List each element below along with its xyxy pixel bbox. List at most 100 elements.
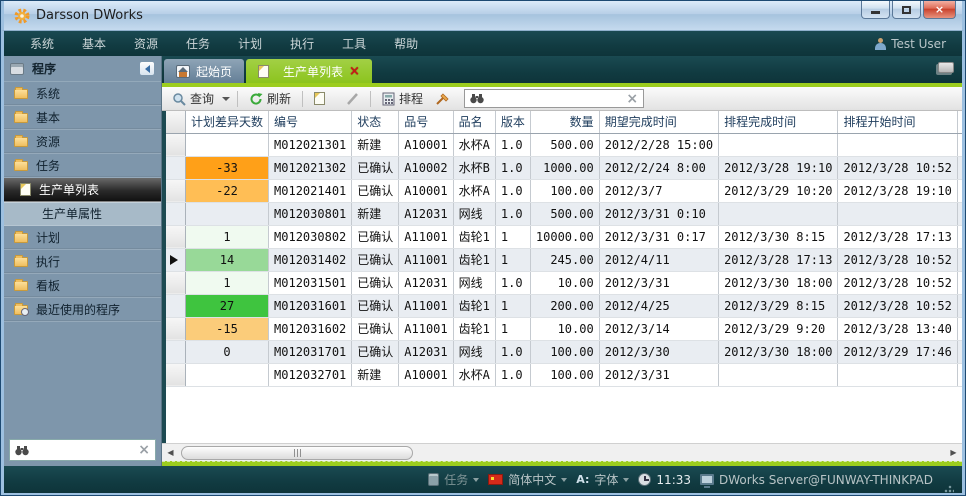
tab-close-icon[interactable]: ×: [349, 64, 360, 79]
row-selector[interactable]: [166, 271, 186, 294]
table-row[interactable]: M012021301新建A10001水杯A1.0500.002012/2/28 …: [166, 133, 962, 156]
scrollbar-thumb[interactable]: [181, 446, 413, 460]
row-selector[interactable]: [166, 225, 186, 248]
column-header[interactable]: 前: [957, 111, 962, 133]
sidebar-item-kanban[interactable]: 看板: [4, 274, 161, 298]
sidebar-item-execute[interactable]: 执行: [4, 250, 161, 274]
menu-item-system[interactable]: 系统: [16, 32, 68, 55]
cell-qty: 10000.00: [530, 225, 599, 248]
toolbar-search-clear-icon[interactable]: ×: [626, 92, 638, 106]
cell-status: 已确认: [352, 340, 399, 363]
sidebar-collapse-button[interactable]: [139, 61, 155, 76]
horizontal-scrollbar[interactable]: ◀ ▶: [162, 443, 962, 461]
sidebar-item-production-order-list[interactable]: 生产单列表: [4, 178, 161, 202]
table-row[interactable]: 1M012031501已确认A12031网线1.010.002012/3/312…: [166, 271, 962, 294]
menu-item-basic[interactable]: 基本: [68, 32, 120, 55]
sidebar-search-clear-icon[interactable]: ×: [138, 443, 150, 457]
status-font-menu[interactable]: A: 字体: [576, 471, 629, 488]
sidebar-item-system[interactable]: 系统: [4, 82, 161, 106]
query-dropdown-icon[interactable]: [222, 97, 230, 105]
cell-qty: 100.00: [530, 340, 599, 363]
cell-version: 1.0: [495, 202, 530, 225]
row-selector[interactable]: [166, 317, 186, 340]
table-row[interactable]: 0M012031701已确认A12031网线1.0100.002012/3/30…: [166, 340, 962, 363]
column-header[interactable]: 状态: [352, 111, 399, 133]
edit-button[interactable]: [341, 90, 363, 108]
column-header[interactable]: 品号: [399, 111, 453, 133]
sidebar-item-recent-programs[interactable]: 最近使用的程序: [4, 298, 161, 322]
sidebar-item-basic[interactable]: 基本: [4, 106, 161, 130]
table-row[interactable]: M012032701新建A10001水杯A1.0100.002012/3/31: [166, 363, 962, 386]
column-header[interactable]: 期望完成时间: [599, 111, 718, 133]
menu-item-resource[interactable]: 资源: [120, 32, 172, 55]
table-row[interactable]: -33M012021302已确认A10002水杯B1.01000.002012/…: [166, 156, 962, 179]
scroll-right-icon[interactable]: ▶: [945, 445, 962, 461]
user-icon: [875, 38, 886, 50]
status-bar: 任务 简体中文 A: 字体 11:33 DWorks Server@FUNWAY…: [1, 466, 965, 493]
menu-item-help[interactable]: 帮助: [380, 32, 432, 55]
status-language-menu[interactable]: 简体中文: [488, 471, 567, 488]
menu-item-task[interactable]: 任务: [172, 32, 224, 55]
refresh-button[interactable]: 刷新: [245, 88, 295, 109]
query-button[interactable]: 查询: [168, 88, 218, 109]
minimize-button[interactable]: [861, 1, 890, 19]
resize-grip[interactable]: [944, 483, 954, 493]
new-button[interactable]: [310, 90, 337, 107]
column-header[interactable]: 排程开始时间: [838, 111, 957, 133]
cell-code: M012021302: [269, 156, 352, 179]
sidebar-item-production-order-props[interactable]: 生产单属性: [4, 202, 161, 226]
row-selector[interactable]: [166, 363, 186, 386]
cell-version: 1.0: [495, 363, 530, 386]
sidebar: 程序 系统基本资源任务生产单列表生产单属性计划执行看板最近使用的程序 ×: [4, 56, 162, 466]
cell-item-no: A10001: [399, 133, 453, 156]
scrollbar-track[interactable]: [179, 445, 945, 461]
schedule-button[interactable]: 排程: [378, 88, 427, 109]
row-selector[interactable]: [166, 340, 186, 363]
row-selector[interactable]: [166, 202, 186, 225]
cell-plan-diff-days: [186, 202, 269, 225]
table-row[interactable]: M012030801新建A12031网线1.0500.002012/3/31 0…: [166, 202, 962, 225]
status-task-menu[interactable]: 任务: [428, 471, 479, 488]
current-user[interactable]: Test User: [875, 37, 950, 51]
row-selector[interactable]: [166, 294, 186, 317]
tab-home[interactable]: 起始页: [164, 59, 244, 83]
close-button[interactable]: ×: [923, 1, 956, 19]
table-row[interactable]: 1M012030802已确认A11001齿轮1110000.002012/3/3…: [166, 225, 962, 248]
tab-production-order-list[interactable]: 生产单列表×: [246, 59, 372, 83]
column-header[interactable]: 品名: [453, 111, 495, 133]
clean-button[interactable]: [431, 90, 454, 108]
menu-item-tools[interactable]: 工具: [328, 32, 380, 55]
sidebar-item-resource[interactable]: 资源: [4, 130, 161, 154]
tab-list-icon[interactable]: [938, 62, 954, 73]
maximize-button[interactable]: [892, 1, 921, 19]
folder-icon: [14, 305, 28, 315]
app-window: Darsson DWorks × 系统基本资源任务计划执行工具帮助 Test U…: [0, 0, 966, 496]
column-header[interactable]: 版本: [495, 111, 530, 133]
scroll-left-icon[interactable]: ◀: [162, 445, 179, 461]
flag-icon: [488, 474, 503, 485]
menu-item-execute[interactable]: 执行: [276, 32, 328, 55]
column-header[interactable]: 计划差异天数: [186, 111, 269, 133]
toolbar: 查询 刷新: [162, 87, 962, 111]
cell-status: 已确认: [352, 294, 399, 317]
toolbar-search-input[interactable]: [489, 92, 621, 106]
cell-item-name: 水杯A: [453, 133, 495, 156]
column-header[interactable]: 数量: [530, 111, 599, 133]
table-row[interactable]: 14M012031402已确认A11001齿轮11245.002012/4/11…: [166, 248, 962, 271]
cell-plan-diff-days: 14: [186, 248, 269, 271]
programs-icon: [10, 63, 24, 75]
row-selector[interactable]: [166, 179, 186, 202]
sidebar-item-plan[interactable]: 计划: [4, 226, 161, 250]
row-selector[interactable]: [166, 248, 186, 271]
sidebar-search-input[interactable]: [34, 443, 133, 457]
column-header[interactable]: 排程完成时间: [719, 111, 838, 133]
table-row[interactable]: 27M012031601已确认A11001齿轮11200.002012/4/25…: [166, 294, 962, 317]
column-header[interactable]: 编号: [269, 111, 352, 133]
font-label: 字体: [594, 471, 618, 488]
row-selector[interactable]: [166, 156, 186, 179]
sidebar-item-task[interactable]: 任务: [4, 154, 161, 178]
menu-item-plan[interactable]: 计划: [224, 32, 276, 55]
row-selector[interactable]: [166, 133, 186, 156]
table-row[interactable]: -15M012031602已确认A11001齿轮1110.002012/3/14…: [166, 317, 962, 340]
table-row[interactable]: -22M012021401已确认A10001水杯A1.0100.002012/3…: [166, 179, 962, 202]
